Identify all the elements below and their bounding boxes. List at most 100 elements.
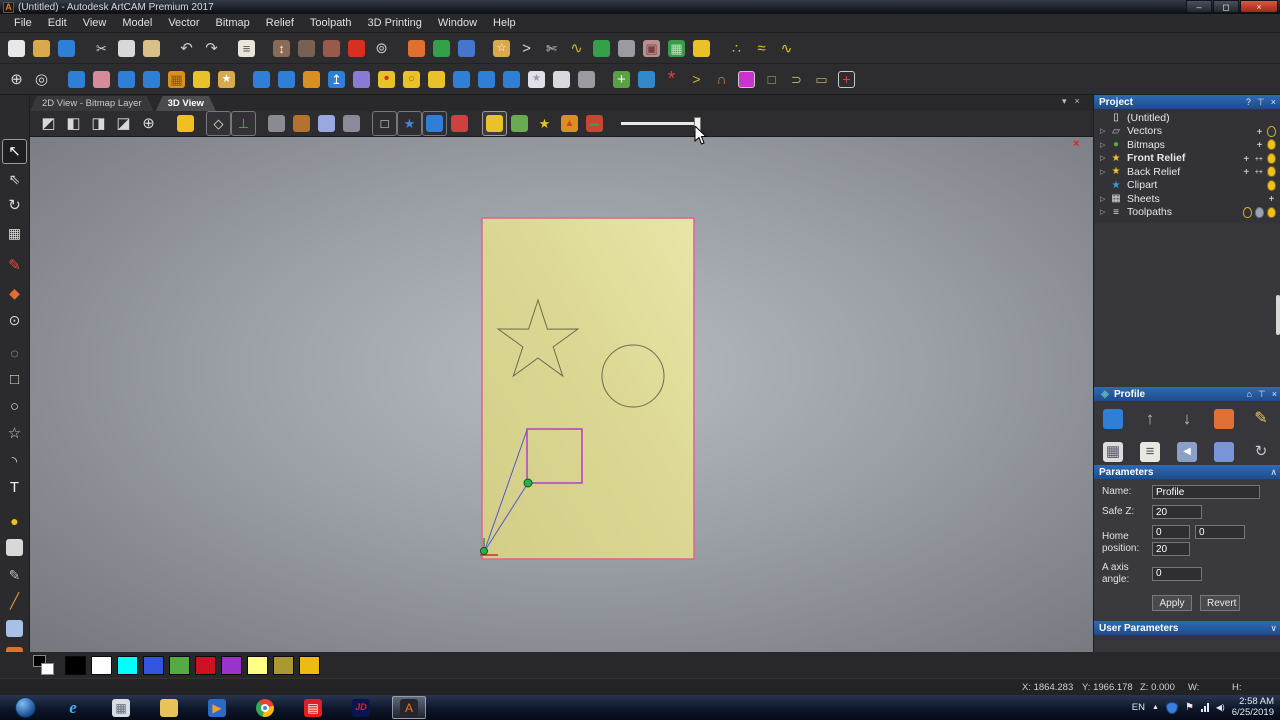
color-grid-icon[interactable] [454, 36, 479, 61]
expand-icon[interactable]: ∨ [1270, 621, 1277, 635]
save-model-icon[interactable] [54, 36, 79, 61]
user-parameters-header[interactable]: User Parameters ∨ [1094, 621, 1280, 635]
tree-expander-icon[interactable]: ▷ [1100, 154, 1109, 162]
name-field[interactable] [1152, 485, 1260, 499]
close-button[interactable]: × [1240, 0, 1278, 13]
tree-expander-icon[interactable]: ▷ [1100, 168, 1109, 176]
add-icon[interactable]: + [1255, 139, 1264, 150]
safez-field[interactable] [1152, 505, 1202, 519]
tab-3d-view[interactable]: 3D View [156, 96, 216, 111]
measure-tool-icon[interactable]: ⊙ [2, 307, 27, 332]
clipart-folder-icon[interactable]: ★ [214, 67, 239, 92]
vector-polyline-icon[interactable]: ∿ [774, 36, 799, 61]
clock[interactable]: 2:58 AM 6/25/2019 [1232, 697, 1278, 719]
clipart-library-icon[interactable]: ☆ [489, 36, 514, 61]
tree-item-front-relief[interactable]: ▷ ★ Front Relief +++ [1094, 152, 1280, 166]
add-icon[interactable]: + [1242, 153, 1251, 164]
swatch-gold[interactable] [299, 656, 320, 675]
Relief[interactable]: Relief [258, 14, 302, 32]
draft-plane-icon[interactable]: ◇ [206, 111, 231, 136]
swatch-black[interactable] [65, 656, 86, 675]
tree-item-clipart[interactable]: ★ Clipart [1094, 179, 1280, 193]
lightbulb-icon[interactable] [173, 111, 198, 136]
network-icon[interactable] [1201, 703, 1209, 712]
dot-relief-icon[interactable] [424, 67, 449, 92]
flood-fill-icon[interactable] [404, 36, 429, 61]
paste-relief-icon[interactable]: ++ [1254, 166, 1264, 177]
star-vector-icon[interactable]: ★ [397, 111, 422, 136]
apply-button[interactable]: Apply [1152, 595, 1192, 611]
collapse-icon[interactable]: ∧ [1270, 465, 1277, 479]
spike-blue-icon[interactable] [114, 67, 139, 92]
add-relief-icon[interactable]: + [609, 67, 634, 92]
swatch-red[interactable] [195, 656, 216, 675]
chrome-taskbar-icon[interactable] [248, 696, 282, 719]
dome-yellow-icon[interactable] [189, 67, 214, 92]
node-edit-tool-icon[interactable]: ⇖ [2, 166, 27, 191]
calculator-taskbar-icon[interactable]: ▦ [104, 696, 138, 719]
wrap-relief-icon[interactable] [614, 36, 639, 61]
color-blocks-icon[interactable] [319, 36, 344, 61]
Edit[interactable]: Edit [40, 14, 75, 32]
home-z-field[interactable] [1152, 542, 1190, 556]
view-front-icon[interactable]: ◧ [61, 111, 86, 136]
ring-relief-icon[interactable]: ○ [399, 67, 424, 92]
distort-grid-tool-icon[interactable]: ▦ [2, 220, 27, 245]
model-canvas[interactable]: × [30, 137, 1093, 652]
blob-blue-icon[interactable] [634, 67, 659, 92]
curve-yellow-icon[interactable]: > [684, 67, 709, 92]
dock-close-icon[interactable]: × [1075, 96, 1080, 107]
media-player-taskbar-icon[interactable]: ▶ [200, 696, 234, 719]
swatch-pale-yellow[interactable] [247, 656, 268, 675]
purple-stack-icon[interactable] [349, 67, 374, 92]
a-axis-field[interactable] [1152, 567, 1202, 581]
start-button[interactable] [8, 696, 42, 719]
restore-button[interactable]: ◻ [1213, 0, 1239, 13]
add-icon[interactable]: + [1242, 166, 1251, 177]
language-indicator[interactable]: EN [1132, 702, 1145, 713]
bulb-on-icon[interactable] [1267, 180, 1276, 191]
weave-relief-icon[interactable]: ▦ [164, 67, 189, 92]
tree-expander-icon[interactable]: ▷ [1100, 208, 1109, 216]
tree-item-toolpaths[interactable]: ▷ ≡ Toolpaths [1094, 206, 1280, 220]
eraser-tool-icon[interactable] [2, 616, 27, 641]
bulb-on-icon[interactable] [1267, 153, 1276, 164]
ramp-icon[interactable] [1209, 438, 1239, 465]
move-arrows-icon[interactable]: + [834, 67, 859, 92]
relief-diamond-icon[interactable] [429, 36, 454, 61]
pin-icon[interactable]: ⊤ [1257, 95, 1265, 109]
action-center-flag-icon[interactable]: ⚑ [1185, 702, 1194, 713]
pin-icon[interactable]: ⊤ [1258, 387, 1266, 401]
tree-item-bitmaps[interactable]: ▷ ● Bitmaps + [1094, 138, 1280, 152]
relief-oval-icon[interactable] [589, 36, 614, 61]
project-panel-header[interactable]: Project ? ⊤ × [1094, 95, 1280, 109]
jd-taskbar-icon[interactable]: JD [344, 696, 378, 719]
bulb-outline-icon[interactable] [1267, 126, 1276, 137]
redo-icon[interactable]: ↷ [199, 36, 224, 61]
notes-icon[interactable]: ≡ [234, 36, 259, 61]
weave2-icon[interactable] [299, 67, 324, 92]
slider-handle[interactable] [694, 117, 701, 131]
Bitmap[interactable]: Bitmap [208, 14, 258, 32]
open-model-icon[interactable] [29, 36, 54, 61]
cylinder-icon[interactable] [289, 111, 314, 136]
flood-fill-tool-icon[interactable]: ◆ [2, 280, 27, 305]
spin-tool-icon[interactable]: ⊚ [369, 36, 394, 61]
revert-button[interactable]: Revert [1200, 595, 1240, 611]
security-shield-icon[interactable] [1166, 702, 1178, 714]
copy-relief-icon[interactable]: □ [372, 111, 397, 136]
spiky-red-icon[interactable]: * [659, 67, 684, 92]
bulb-on-icon[interactable] [1267, 166, 1276, 177]
set-model-size-icon[interactable]: ↕ [269, 36, 294, 61]
zoom-scale-icon[interactable]: ⊕ [136, 111, 161, 136]
bulb-outline-icon[interactable] [1243, 207, 1252, 218]
shape-overlap-icon[interactable]: □ [759, 67, 784, 92]
move-up-icon[interactable]: ↑ [1135, 405, 1165, 432]
layer-stack-icon[interactable] [574, 67, 599, 92]
minimize-button[interactable]: – [1186, 0, 1212, 13]
angle-blue-icon[interactable] [449, 67, 474, 92]
rotate-axis-icon[interactable]: ↻ [1246, 438, 1276, 465]
greyscale-preview-icon[interactable] [507, 111, 532, 136]
youdao-taskbar-icon[interactable]: ▤ [296, 696, 330, 719]
magenta-select-icon[interactable] [734, 67, 759, 92]
